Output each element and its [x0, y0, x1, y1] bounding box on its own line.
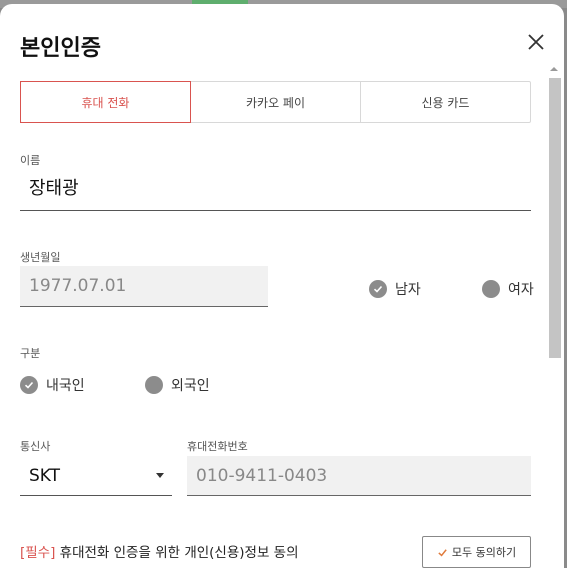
close-icon: [528, 34, 544, 50]
gender-female-radio[interactable]: 여자: [482, 279, 534, 299]
required-tag: [필수]: [20, 545, 56, 561]
agree-all-button[interactable]: 모두 동의하기: [422, 536, 531, 568]
gender-male-radio[interactable]: 남자: [369, 279, 421, 299]
carrier-select[interactable]: SKT: [20, 456, 172, 496]
nationality-foreign-radio[interactable]: 외국인: [145, 375, 210, 395]
nationality-label: 구분: [20, 347, 41, 360]
tab-kakao-pay[interactable]: 카카오 페이: [191, 82, 361, 122]
nationality-domestic-radio[interactable]: 내국인: [20, 375, 85, 395]
carrier-value: SKT: [29, 466, 61, 486]
check-icon: [369, 280, 387, 298]
tab-credit-card[interactable]: 신용 카드: [361, 82, 530, 122]
gender-male-label: 남자: [395, 282, 421, 298]
name-label: 이름: [20, 154, 41, 167]
birth-field[interactable]: 1977.07.01: [20, 266, 268, 307]
nationality-domestic-label: 내국인: [46, 378, 85, 394]
radio-dot-icon: [482, 280, 500, 298]
agree-all-label: 모두 동의하기: [451, 546, 517, 559]
tab-mobile-phone[interactable]: 휴대 전화: [20, 81, 191, 123]
radio-dot-icon: [145, 376, 163, 394]
nationality-foreign-label: 외국인: [171, 378, 210, 394]
close-button[interactable]: [524, 30, 548, 54]
birth-label: 생년월일: [20, 251, 61, 264]
scroll-thumb[interactable]: [549, 78, 561, 358]
gender-female-label: 여자: [508, 282, 534, 298]
scrollbar[interactable]: [547, 64, 561, 568]
scroll-up-icon[interactable]: [549, 64, 559, 74]
consent-description: 휴대전화 인증을 위한 개인(신용)정보 동의: [55, 545, 299, 561]
phone-field[interactable]: 010-9411-0403: [187, 456, 531, 496]
check-icon: [438, 548, 447, 556]
auth-method-tabs: 휴대 전화 카카오 페이 신용 카드: [20, 81, 531, 123]
modal-title: 본인인증: [20, 36, 101, 61]
phone-label: 휴대전화번호: [187, 440, 248, 453]
consent-text: [필수] 휴대전화 인증을 위한 개인(신용)정보 동의: [20, 541, 299, 561]
carrier-label: 통신사: [20, 440, 51, 453]
caret-down-icon: [156, 473, 164, 478]
name-field[interactable]: 장태광: [20, 174, 531, 211]
check-icon: [20, 376, 38, 394]
identity-verification-modal: 본인인증 휴대 전화 카카오 페이 신용 카드 이름 장태광 생년월일 1977…: [0, 4, 564, 568]
